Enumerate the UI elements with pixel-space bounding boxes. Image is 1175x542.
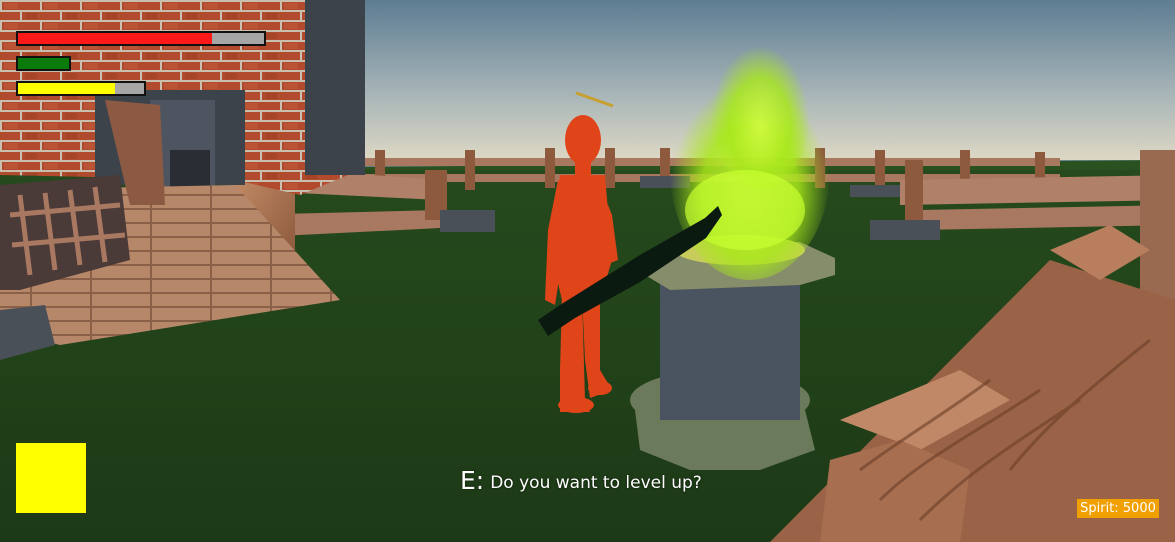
interaction-key: E: xyxy=(460,466,485,495)
brick-tower xyxy=(0,0,365,195)
game-scene xyxy=(0,0,1175,542)
energy-bar xyxy=(16,81,146,96)
stamina-bar-fill xyxy=(18,58,69,69)
health-bar-fill xyxy=(18,33,213,44)
health-bar xyxy=(16,31,266,46)
interaction-message: Do you want to level up? xyxy=(490,473,702,493)
energy-bar-fill xyxy=(18,83,116,94)
ability-slot[interactable] xyxy=(16,443,86,513)
interaction-prompt: E: Do you want to level up? xyxy=(460,466,760,495)
stamina-bar xyxy=(16,56,71,71)
spirit-counter: Spirit: 5000 xyxy=(1077,499,1159,518)
